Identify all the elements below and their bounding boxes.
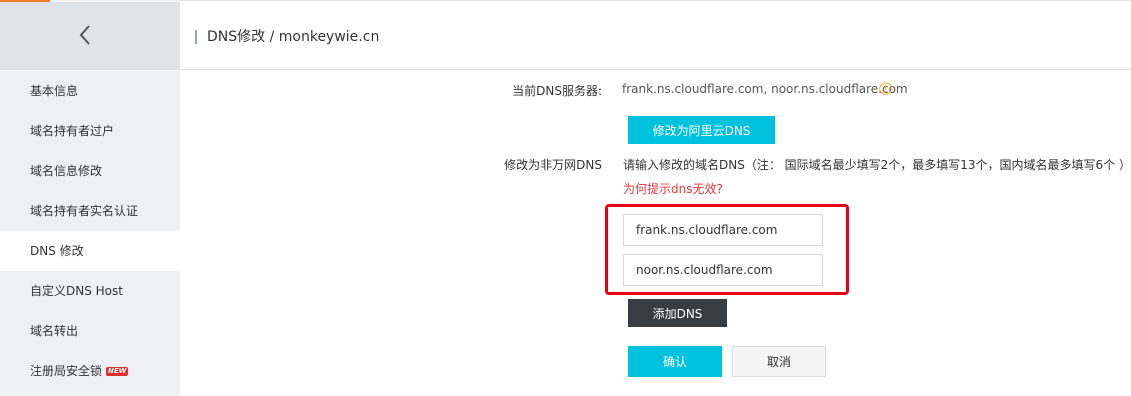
current-dns-value: frank.ns.cloudflare.com, noor.ns.cloudfl… bbox=[622, 82, 908, 96]
dns-invalid-help-link[interactable]: 为何提示dns无效? bbox=[623, 180, 723, 197]
sidebar-item-custom-dns-host[interactable]: 自定义DNS Host bbox=[0, 271, 180, 311]
back-button[interactable] bbox=[0, 2, 180, 70]
sidebar-item-info-modify[interactable]: 域名信息修改 bbox=[0, 151, 180, 191]
sidebar-item-basic-info[interactable]: 基本信息 bbox=[0, 71, 180, 111]
confirm-button[interactable]: 确认 bbox=[628, 346, 722, 377]
new-badge: NEW bbox=[106, 367, 129, 376]
current-dns-label: 当前DNS服务器: bbox=[512, 84, 602, 98]
sidebar-item-dns-modify[interactable]: DNS 修改 bbox=[0, 231, 180, 271]
sidebar-item-real-name[interactable]: 域名持有者实名认证 bbox=[0, 191, 180, 231]
sidebar-item-label: 注册局安全锁 bbox=[30, 364, 103, 378]
warning-circle-icon[interactable] bbox=[879, 82, 892, 95]
cancel-button[interactable]: 取消 bbox=[732, 346, 826, 377]
sidebar: 基本信息 域名持有者过户 域名信息修改 域名持有者实名认证 DNS 修改 自定义… bbox=[0, 0, 180, 396]
add-dns-button[interactable]: 添加DNS bbox=[628, 299, 727, 327]
page-header: DNS修改 / monkeywie.cn bbox=[180, 0, 1131, 70]
chevron-left-icon bbox=[79, 25, 90, 45]
dns-server-input-2[interactable] bbox=[623, 254, 823, 286]
brand-accent-bar bbox=[0, 0, 50, 2]
sidebar-item-registry-lock[interactable]: 注册局安全锁 NEW bbox=[0, 351, 180, 391]
modify-dns-label: 修改为非万网DNS bbox=[504, 158, 602, 172]
sidebar-item-owner-transfer[interactable]: 域名持有者过户 bbox=[0, 111, 180, 151]
sidebar-item-domain-transfer-out[interactable]: 域名转出 bbox=[0, 311, 180, 351]
dns-instruction-text: 请输入修改的域名DNS（注： 国际域名最少填写2个，最多填写13个，国内域名最多… bbox=[623, 158, 1131, 172]
dns-server-input-1[interactable] bbox=[623, 214, 823, 246]
page-title: DNS修改 / monkeywie.cn bbox=[207, 29, 380, 45]
title-marker bbox=[195, 30, 197, 44]
switch-to-aliyun-dns-button[interactable]: 修改为阿里云DNS bbox=[628, 116, 775, 144]
